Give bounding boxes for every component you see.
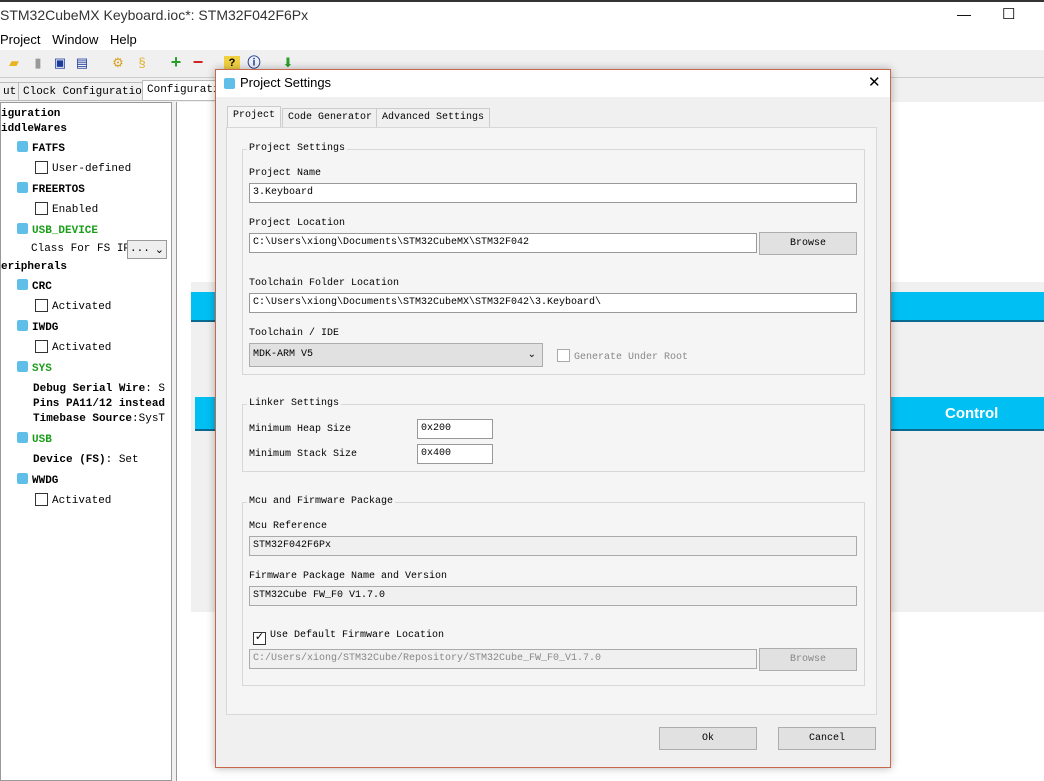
group-label: Project Settings xyxy=(247,143,348,154)
project-settings-group: Project Settings Project Name 3.Keyboard… xyxy=(242,143,865,375)
toolchain-label: Toolchain / IDE xyxy=(249,328,340,339)
firmware-browse-button: Browse xyxy=(759,648,857,671)
wwdg-checkbox[interactable]: Activated xyxy=(35,493,111,507)
tab-configuration[interactable]: Configurati xyxy=(142,80,225,101)
open-folder-icon[interactable]: ▰ xyxy=(6,56,22,72)
group-label: Linker Settings xyxy=(247,398,342,409)
sys-debug: Debug Serial Wire: S xyxy=(33,383,166,395)
tree-wwdg[interactable]: WWDG xyxy=(17,473,58,487)
cube-icon xyxy=(17,141,28,152)
tree-sys[interactable]: SYS xyxy=(17,361,52,375)
class-for-fs-ip-label: Class For FS IP xyxy=(31,243,131,255)
cube-icon xyxy=(17,473,28,484)
cube-icon xyxy=(17,279,28,290)
cube-icon xyxy=(224,78,235,89)
class-for-fs-ip-select[interactable]: ... ⌄ xyxy=(127,240,167,259)
tree-usb[interactable]: USB xyxy=(17,432,52,446)
toolchain-select[interactable]: MDK-ARM V5 ⌄ xyxy=(249,343,543,367)
firmware-package-label: Firmware Package Name and Version xyxy=(249,571,448,582)
ok-button[interactable]: Ok xyxy=(659,727,757,750)
fatfs-checkbox[interactable]: User-defined xyxy=(35,161,131,175)
menu-window[interactable]: Window xyxy=(52,32,98,47)
mcu-reference-input: STM32F042F6Px xyxy=(249,536,857,556)
mcu-reference-label: Mcu Reference xyxy=(249,521,328,532)
project-location-label: Project Location xyxy=(249,218,346,229)
tree-peripherals: eripherals xyxy=(1,261,68,273)
toolchain-folder-label: Toolchain Folder Location xyxy=(249,278,400,289)
generate-under-root-checkbox[interactable]: Generate Under Root xyxy=(557,349,688,363)
tree-fatfs[interactable]: FATFS xyxy=(17,141,65,155)
stack-size-input[interactable]: 0x400 xyxy=(417,444,493,464)
script-icon[interactable]: § xyxy=(134,56,150,72)
linker-settings-group: Linker Settings Minimum Heap Size 0x200 … xyxy=(242,398,865,472)
zoom-in-icon[interactable]: + xyxy=(168,55,184,73)
crc-checkbox[interactable]: Activated xyxy=(35,299,111,313)
group-label: Mcu and Firmware Package xyxy=(247,496,396,507)
main-tabs: ut Clock Configuration Configurati xyxy=(0,80,225,101)
tab-code-generator[interactable]: Code Generator xyxy=(282,108,379,128)
tab-project[interactable]: Project xyxy=(227,106,282,128)
cube-icon xyxy=(17,223,28,234)
tab-advanced-settings[interactable]: Advanced Settings xyxy=(376,108,491,128)
project-tab-panel: Project Settings Project Name 3.Keyboard… xyxy=(226,127,877,715)
zoom-out-icon[interactable]: − xyxy=(190,55,206,73)
use-default-firmware-checkbox[interactable]: ✓ Use Default Firmware Location xyxy=(253,630,444,645)
window-title: STM32CubeMX Keyboard.ioc*: STM32F042F6Px xyxy=(0,7,309,23)
tree-usb-device[interactable]: USB_DEVICE xyxy=(17,223,98,237)
maximize-button[interactable]: ☐ xyxy=(1002,5,1015,23)
dialog-title-bar: Project Settings ✕ xyxy=(216,70,890,97)
firmware-location-input: C:/Users/xiong/STM32Cube/Repository/STM3… xyxy=(249,649,757,669)
project-name-label: Project Name xyxy=(249,168,322,179)
sys-pins: Pins PA11/12 instead xyxy=(33,398,166,410)
usb-device-fs: Device (FS): Set xyxy=(33,454,139,466)
menu-help[interactable]: Help xyxy=(110,32,137,47)
project-settings-dialog: Project Settings ✕ Project Code Generato… xyxy=(215,69,891,768)
firmware-package-input: STM32Cube FW_F0 V1.7.0 xyxy=(249,586,857,606)
checkmark-icon: ✓ xyxy=(253,632,266,645)
tab-clock-configuration[interactable]: Clock Configuration xyxy=(18,82,154,101)
control-label: Control xyxy=(945,405,999,422)
freertos-checkbox[interactable]: Enabled xyxy=(35,202,98,216)
save-icon[interactable]: ▣ xyxy=(52,56,68,72)
generate-report-icon[interactable]: ⚙ xyxy=(110,56,126,72)
cube-icon xyxy=(17,432,28,443)
mcu-firmware-group: Mcu and Firmware Package Mcu Reference S… xyxy=(242,496,865,686)
tree-iwdg[interactable]: IWDG xyxy=(17,320,58,334)
menu-project[interactable]: Project xyxy=(0,32,40,47)
title-bar: STM32CubeMX Keyboard.ioc*: STM32F042F6Px… xyxy=(0,0,1044,30)
heap-size-label: Minimum Heap Size xyxy=(249,424,352,435)
stack-size-label: Minimum Stack Size xyxy=(249,449,358,460)
cube-icon xyxy=(17,320,28,331)
cube-icon xyxy=(17,182,28,193)
minimize-button[interactable]: — xyxy=(957,6,971,22)
tree-root: iguration xyxy=(1,108,61,120)
tree-crc[interactable]: CRC xyxy=(17,279,52,293)
menu-bar: Project Window Help xyxy=(0,30,1044,50)
configuration-tree: iguration iddleWares FATFS User-defined … xyxy=(0,102,172,781)
dialog-title: Project Settings xyxy=(240,75,332,90)
tree-middlewares: iddleWares xyxy=(1,123,68,135)
project-name-input[interactable]: 3.Keyboard xyxy=(249,183,857,203)
project-location-input[interactable]: C:\Users\xiong\Documents\STM32CubeMX\STM… xyxy=(249,233,757,253)
save-as-icon[interactable]: ▤ xyxy=(74,56,90,72)
tree-freertos[interactable]: FREERTOS xyxy=(17,182,85,196)
iwdg-checkbox[interactable]: Activated xyxy=(35,340,111,354)
browse-button[interactable]: Browse xyxy=(759,232,857,255)
sys-timebase: Timebase Source:SysT xyxy=(33,413,166,425)
save-all-icon[interactable]: ▮ xyxy=(30,56,46,72)
cube-icon xyxy=(17,361,28,372)
cancel-button[interactable]: Cancel xyxy=(778,727,876,750)
close-button[interactable]: ✕ xyxy=(868,73,881,91)
heap-size-input[interactable]: 0x200 xyxy=(417,419,493,439)
toolchain-folder-input[interactable]: C:\Users\xiong\Documents\STM32CubeMX\STM… xyxy=(249,293,857,313)
